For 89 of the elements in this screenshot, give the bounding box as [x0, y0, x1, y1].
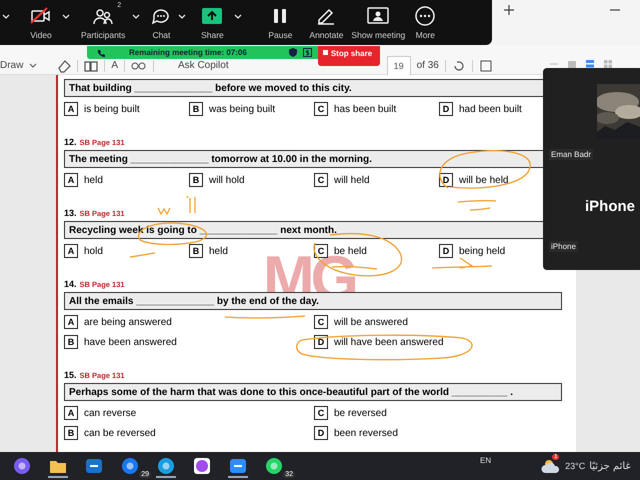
option-text: being held: [459, 246, 506, 256]
option-text: are being answered: [84, 316, 172, 328]
option-text: will have been answered: [334, 336, 444, 348]
option-letter: B: [189, 102, 203, 116]
option-text: was being built: [209, 104, 276, 114]
handwriting-drawing: [157, 195, 196, 216]
toolbar-button[interactable]: More: [412, 6, 438, 40]
weather-condition: غائم جزئيًا: [589, 460, 631, 472]
pause-icon: [273, 8, 288, 24]
option-letter: A: [64, 102, 78, 116]
draw-button[interactable]: Draw: [0, 60, 24, 71]
option-text: had been built: [459, 104, 522, 114]
stop-share-button[interactable]: Stop share: [318, 46, 380, 66]
shield-icon: [288, 48, 297, 57]
participant-name: iPhone: [549, 241, 578, 252]
page-number-field[interactable]: 19: [386, 56, 411, 76]
option-text: held: [84, 174, 103, 186]
toolbar-button[interactable]: Show meeting: [348, 6, 408, 40]
option-text: has been built: [334, 104, 396, 114]
option-text: will hold: [209, 174, 245, 186]
option-letter: C: [314, 173, 328, 187]
option-text: held: [209, 246, 228, 256]
page-view-icon[interactable]: [478, 58, 493, 72]
ask-copilot-button[interactable]: Ask Copilot: [178, 60, 229, 71]
weather-cloud-icon[interactable]: [541, 458, 562, 474]
phone-icon: [97, 48, 105, 56]
dollar-icon: [302, 48, 312, 57]
option-text: will be held: [459, 174, 508, 186]
minimize-icon[interactable]: [610, 9, 620, 11]
ink-arrow: [431, 257, 493, 269]
toolbar-button[interactable]: Annotate: [304, 6, 348, 40]
option-letter: C: [314, 406, 328, 420]
option-letter: B: [189, 173, 203, 187]
option-letter: D: [439, 102, 453, 116]
option-text: is being built: [84, 104, 140, 114]
chat-icon: [151, 7, 172, 25]
book-icon[interactable]: [84, 58, 98, 72]
toolbar-button[interactable]: Pause: [260, 6, 300, 40]
toolbar-button[interactable]: Chat: [148, 6, 174, 40]
option-letter: B: [64, 426, 78, 440]
plus-icon[interactable]: [504, 5, 514, 15]
pen-icon: [316, 7, 336, 25]
participant-name: Eman Badr: [549, 149, 594, 160]
question-stem: All the emails ______________ by the end of the day.: [64, 292, 562, 310]
share-screen-icon: [202, 8, 222, 24]
option-text: have been answered: [84, 336, 177, 348]
question-number: 14.: [64, 279, 77, 289]
question-number: 12.: [64, 137, 77, 147]
option-letter: A: [64, 173, 78, 187]
option-letter: D: [314, 335, 328, 349]
option-letter: A: [64, 244, 78, 258]
option-letter: B: [64, 335, 78, 349]
text-size-button[interactable]: A: [111, 60, 118, 71]
more-icon: [415, 6, 436, 26]
eraser-icon[interactable]: [57, 58, 72, 72]
page-count: of 36: [416, 60, 439, 71]
rotate-icon[interactable]: [452, 58, 466, 72]
toolbar-button[interactable]: Share: [194, 6, 230, 40]
participant-name-large: iPhone: [585, 198, 636, 215]
camera-off-icon: [30, 7, 52, 25]
remaining-time: Remaining meeting time: 07:06: [129, 48, 247, 57]
list-view-icon[interactable]: [586, 60, 594, 68]
option-text: hold: [84, 246, 103, 256]
option-letter: B: [189, 244, 203, 258]
option-text: been reversed: [334, 428, 398, 438]
option-letter: C: [314, 244, 328, 258]
option-text: be held: [334, 246, 367, 256]
people-icon: [93, 7, 114, 25]
language-indicator[interactable]: EN: [480, 456, 492, 465]
option-letter: A: [64, 315, 78, 329]
option-text: can reverse: [84, 408, 136, 418]
option-text: be reversed: [334, 408, 387, 418]
screen-person-icon: [367, 7, 390, 25]
option-letter: D: [439, 244, 453, 258]
temperature: 23°C: [565, 461, 586, 471]
question-number: 13.: [64, 208, 77, 218]
ink-stroke: [457, 200, 497, 211]
question-stem: Perhaps some of the harm that was done to this once-beautiful part of the world __________ .: [64, 383, 562, 401]
option-letter: D: [439, 173, 453, 187]
option-text: will held: [334, 174, 370, 186]
option-text: can be reversed: [84, 428, 156, 438]
option-letter: D: [314, 426, 328, 440]
option-letter: A: [64, 406, 78, 420]
ink-stroke: [130, 252, 156, 258]
question-number: 15.: [64, 370, 77, 380]
option-letter: C: [314, 315, 328, 329]
toolbar-button[interactable]: Video: [24, 6, 58, 40]
option-letter: C: [314, 102, 328, 116]
option-text: will be answered: [334, 316, 408, 328]
